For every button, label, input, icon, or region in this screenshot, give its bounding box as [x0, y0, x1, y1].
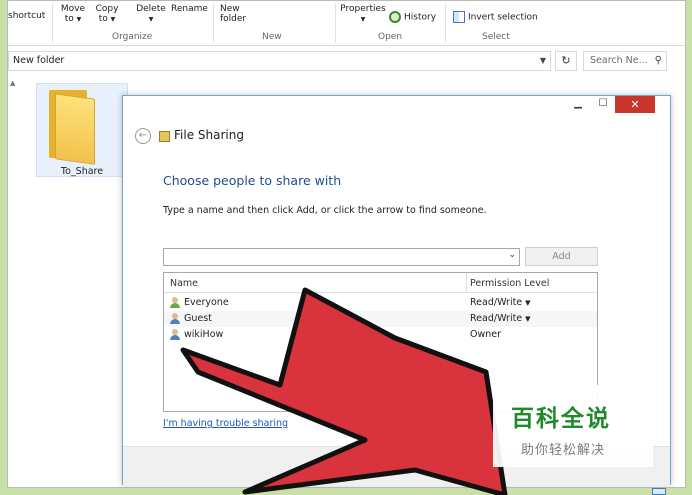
invert-selection-button[interactable]: Invert selection	[453, 11, 538, 23]
properties-button[interactable]: Properties ▼	[340, 4, 386, 25]
dialog-heading: Choose people to share with	[163, 173, 342, 188]
mouse-cursor-icon	[450, 371, 462, 389]
row-permission[interactable]: Read/Write ▼	[470, 297, 531, 308]
chevron-down-icon[interactable]: ⌄	[508, 250, 516, 260]
row-user-name: Guest	[184, 313, 212, 324]
watermark-logo: 百科全说 助你轻松解决	[493, 385, 653, 467]
rename-label: Rename	[171, 4, 208, 14]
group-new: New	[262, 32, 282, 42]
history-button[interactable]: History	[389, 11, 436, 23]
view-toggle-icon[interactable]	[652, 488, 666, 495]
group-organize: Organize	[112, 32, 153, 42]
group-open: Open	[378, 32, 403, 42]
maximize-button[interactable]: ☐	[593, 98, 613, 112]
table-row[interactable]: Everyone Read/Write ▼	[164, 295, 597, 311]
column-header-name[interactable]: Name	[170, 278, 198, 289]
chevron-down-icon: ▼	[148, 16, 154, 23]
ribbon-separator	[213, 3, 214, 43]
chevron-down-icon: ▼	[110, 16, 116, 23]
properties-label: Properties	[340, 4, 386, 14]
user-icon	[170, 313, 180, 324]
invert-selection-label: Invert selection	[468, 12, 538, 23]
table-row[interactable]: wikiHow Owner	[164, 327, 597, 343]
rename-button[interactable]: Rename	[171, 4, 208, 14]
scroll-up-icon[interactable]: ▲	[10, 79, 15, 87]
row-user-name: wikiHow	[184, 329, 224, 340]
row-user-name: Everyone	[184, 297, 229, 308]
address-path: New folder	[13, 55, 65, 66]
new-folder-button[interactable]: New folder	[220, 4, 248, 24]
new-folder-label: New folder	[220, 4, 247, 24]
move-to-label: Move to	[60, 4, 86, 24]
chevron-down-icon[interactable]: ▼	[525, 315, 530, 323]
history-icon	[389, 11, 401, 23]
close-button[interactable]: ✕	[615, 96, 655, 113]
invert-selection-icon	[453, 11, 465, 23]
column-separator[interactable]	[466, 273, 467, 293]
chevron-down-icon: ▼	[76, 16, 82, 23]
folder-item[interactable]: To_Share	[36, 83, 128, 177]
row-permission-label: Read/Write	[470, 297, 523, 308]
search-icon: ⚲	[654, 55, 662, 66]
group-select: Select	[482, 32, 510, 42]
list-header: Name Permission Level	[164, 273, 597, 293]
chevron-down-icon: ▼	[360, 16, 366, 23]
row-permission-label: Read/Write	[470, 313, 523, 324]
share-button-highlight	[396, 367, 480, 395]
user-icon	[170, 329, 180, 340]
share-name-combobox[interactable]: ⌄	[163, 248, 520, 266]
ribbon-separator	[52, 3, 53, 43]
row-permission: Owner	[470, 329, 502, 340]
chevron-down-icon[interactable]: ▼	[540, 52, 546, 70]
maximize-icon: ☐	[598, 98, 608, 109]
search-input[interactable]: Search Ne... ⚲	[583, 51, 667, 71]
table-row[interactable]: Guest Read/Write ▼	[164, 311, 597, 327]
chevron-down-icon[interactable]: ▼	[525, 299, 530, 307]
refresh-button[interactable]: ↻	[555, 51, 577, 71]
dialog-instruction: Type a name and then click Add, or click…	[163, 205, 487, 216]
watermark-sub-text: 助你轻松解决	[521, 443, 606, 458]
arrow-left-icon: ←	[138, 130, 148, 141]
copy-to-button[interactable]: Copy to ▼	[94, 4, 120, 25]
shortcut-button[interactable]: shortcut	[8, 11, 45, 21]
minimize-button[interactable]: ▁	[568, 98, 588, 112]
folder-label: To_Share	[60, 166, 104, 177]
delete-label: Delete	[136, 4, 166, 14]
users-group-icon	[170, 297, 180, 308]
history-label: History	[404, 12, 437, 23]
column-header-permission[interactable]: Permission Level	[470, 278, 549, 289]
address-bar[interactable]: New folder ▼	[8, 51, 551, 71]
ribbon: shortcut Move to ▼ Copy to ▼ Delete ▼ Ren…	[8, 1, 685, 46]
delete-button[interactable]: Delete ▼	[135, 4, 167, 25]
folder-icon-front	[55, 93, 95, 165]
row-permission[interactable]: Read/Write ▼	[470, 313, 531, 324]
watermark-main-text: 百科全说	[511, 406, 611, 432]
file-sharing-icon	[159, 131, 170, 142]
dialog-title: File Sharing	[174, 128, 244, 142]
minimize-icon: ▁	[574, 98, 582, 109]
ribbon-separator	[445, 3, 446, 43]
move-to-button[interactable]: Move to ▼	[60, 4, 86, 25]
trouble-sharing-link[interactable]: I'm having trouble sharing	[163, 418, 288, 429]
close-icon: ✕	[630, 98, 640, 111]
shortcut-label: shortcut	[8, 11, 46, 21]
refresh-icon: ↻	[561, 54, 571, 67]
ribbon-separator	[335, 3, 336, 43]
add-button[interactable]: Add	[525, 247, 598, 266]
back-button[interactable]: ←	[135, 128, 151, 144]
search-placeholder: Search Ne...	[590, 55, 648, 66]
